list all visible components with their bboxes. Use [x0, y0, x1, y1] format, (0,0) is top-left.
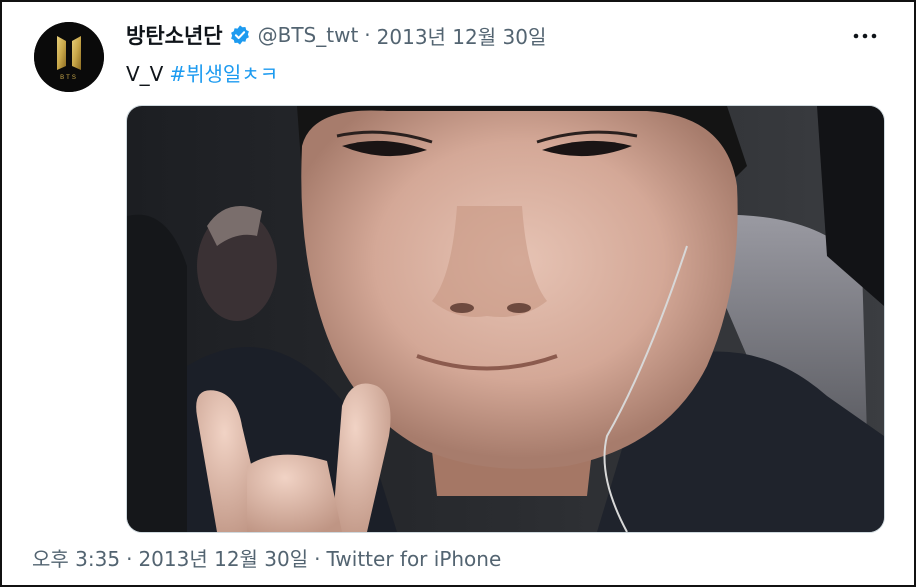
- header-separator: ·: [364, 23, 371, 47]
- bts-logo-icon: BTS: [34, 22, 104, 92]
- footer-separator: ·: [314, 547, 321, 571]
- tweet-date[interactable]: 2013년 12월 30일: [377, 21, 547, 50]
- footer-date[interactable]: 2013년 12월 30일: [138, 547, 308, 571]
- tweet-body: V_V #뷔생일ㅊㅋ: [126, 58, 278, 87]
- author-name[interactable]: 방탄소년단: [126, 20, 223, 50]
- verified-badge-icon: [229, 24, 251, 46]
- hashtag-link[interactable]: #뷔생일ㅊㅋ: [169, 62, 278, 86]
- tweet-text: V_V: [126, 62, 164, 86]
- tweet-header: 방탄소년단 @BTS_twt · 2013년 12월 30일: [126, 20, 546, 50]
- tweet-footer: 오후 3:35 · 2013년 12월 30일 · Twitter for iPhone: [32, 543, 501, 572]
- tweet-card: BTS 방탄소년단 @BTS_twt · 2013년 12월 30일 V_V #뷔…: [0, 0, 916, 587]
- footer-time[interactable]: 오후 3:35: [32, 547, 120, 571]
- tweet-photo[interactable]: [126, 105, 885, 533]
- author-handle[interactable]: @BTS_twt: [258, 23, 359, 47]
- footer-separator: ·: [126, 547, 133, 571]
- footer-source[interactable]: Twitter for iPhone: [327, 547, 502, 571]
- selfie-photo-image: [127, 106, 884, 532]
- more-horizontal-icon: [853, 33, 877, 39]
- more-options-button[interactable]: [852, 28, 878, 44]
- avatar-logo-text: BTS: [60, 75, 78, 81]
- avatar[interactable]: BTS: [34, 22, 104, 92]
